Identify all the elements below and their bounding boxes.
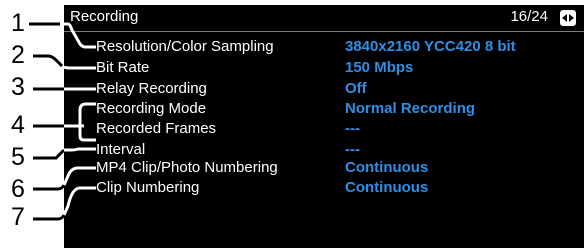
- manual-figure: Recording 16/24 Resolution/Color Samplin…: [0, 0, 584, 248]
- callout-leader-lines: [29, 22, 96, 221]
